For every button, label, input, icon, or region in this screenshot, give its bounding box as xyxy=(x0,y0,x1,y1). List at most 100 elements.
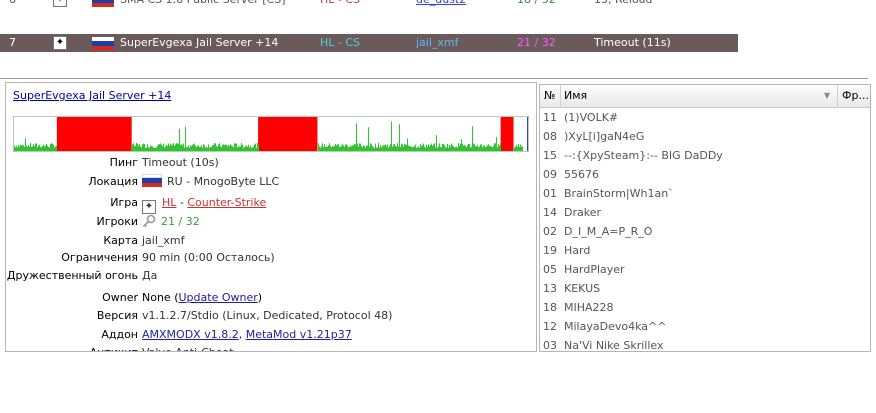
player-row[interactable]: 19 Hard xyxy=(540,241,870,260)
player-number: 03 xyxy=(543,339,557,352)
player-name: MIHA228 xyxy=(564,301,614,314)
player-row[interactable]: 05 HardPlayer xyxy=(540,260,870,279)
chevron-down-icon[interactable]: ▼ xyxy=(824,91,830,100)
player-name: Hard xyxy=(564,244,591,257)
addons-separator: , xyxy=(238,328,246,341)
player-name: --:{XpySteam}:-- BIG DaDDy xyxy=(564,149,723,162)
ping-value: Timeout (10s) xyxy=(142,156,219,169)
players-panel: № Имя ▼ Фр... 11 (1)VOLK# 08 )XyL[i]gaN4eG… xyxy=(539,84,871,352)
info-row-game: Игра ✦ HL - Counter-Strike xyxy=(6,193,536,214)
players-header: № Имя ▼ Фр... xyxy=(540,85,870,108)
friendly-fire-value: Да xyxy=(142,269,158,282)
player-name: )XyL[i]gaN4eG xyxy=(564,130,645,143)
ping-timeout-segment xyxy=(500,117,514,151)
server-row-selected[interactable]: 7 ✦ SuperEvgexa Jail Server +14 HL - CS … xyxy=(0,34,738,52)
player-number: 18 xyxy=(543,301,557,314)
server-row-number: 6 xyxy=(9,0,16,9)
server-row-number: 7 xyxy=(9,36,16,49)
player-row[interactable]: 08 )XyL[i]gaN4eG xyxy=(540,127,870,146)
info-row-ping: Пинг Timeout (10s) xyxy=(6,153,536,172)
player-name: D_I_M_A=P_R_O xyxy=(564,225,653,238)
update-owner-link[interactable]: Update Owner xyxy=(179,291,258,304)
server-row-name: SMA CS 1.6 Public Server [CS] xyxy=(120,0,286,9)
russia-flag-icon xyxy=(92,0,114,7)
key-icon xyxy=(142,214,156,228)
player-name: MilayaDevo4ka^^ xyxy=(564,320,667,333)
player-name: HardPlayer xyxy=(564,263,625,276)
column-header-number[interactable]: № xyxy=(544,89,555,102)
server-row-map: de_dust2 xyxy=(416,0,466,9)
ping-timeout-segment xyxy=(56,117,132,151)
info-row-addons: Аддон AMXMODX v1.8.2, MetaMod v1.21p37 xyxy=(6,325,536,344)
player-number: 01 xyxy=(543,187,557,200)
server-list: 6 ✦ SMA CS 1.6 Public Server [CS] HL - C… xyxy=(0,0,868,79)
player-name: Na'Vi Nike Skrillex xyxy=(564,339,664,352)
player-number: 08 xyxy=(543,130,557,143)
info-row-version: Версия v1.1.2.7/Stdio (Linux, Dedicated,… xyxy=(6,306,536,325)
player-number: 02 xyxy=(543,225,557,238)
game-label: Игра xyxy=(110,196,138,209)
column-divider[interactable] xyxy=(560,85,561,107)
owner-close: ) xyxy=(257,291,263,304)
server-row-game: HL - CS xyxy=(320,0,360,9)
friendly-fire-label: Дружественный огонь xyxy=(6,269,138,282)
info-row-owner: Owner None (Update Owner) xyxy=(6,288,536,307)
player-number: 19 xyxy=(543,244,557,257)
column-header-frags[interactable]: Фр... xyxy=(842,89,869,102)
server-row-game: HL - CS xyxy=(320,36,361,49)
server-row[interactable]: 6 ✦ SMA CS 1.6 Public Server [CS] HL - C… xyxy=(0,0,738,9)
anticheat-value[interactable]: Valve Anti-Cheat xyxy=(142,343,234,351)
ping-graph xyxy=(13,116,529,152)
amxmodx-link[interactable]: AMXMODX v1.8.2 xyxy=(142,328,239,341)
player-row[interactable]: 13 KEKUS xyxy=(540,279,870,298)
player-row[interactable]: 09 55676 xyxy=(540,165,870,184)
game-engine-link[interactable]: HL xyxy=(162,196,176,209)
player-row[interactable]: 03 Na'Vi Nike Skrillex xyxy=(540,336,870,352)
player-row[interactable]: 15 --:{XpySteam}:-- BIG DaDDy xyxy=(540,146,870,165)
column-divider[interactable] xyxy=(837,85,838,107)
server-title-link[interactable]: SuperEvgexa Jail Server +14 xyxy=(13,89,171,102)
info-row-friendly-fire: Дружественный огонь Да xyxy=(6,266,536,285)
game-separator: - xyxy=(176,196,188,209)
anticheat-label: Античит xyxy=(90,343,138,351)
player-row[interactable]: 12 MilayaDevo4ka^^ xyxy=(540,317,870,336)
player-name: BrainStorm|Wh1an` xyxy=(564,187,674,200)
player-number: 11 xyxy=(543,111,557,124)
player-row[interactable]: 11 (1)VOLK# xyxy=(540,108,870,127)
game-mod-link[interactable]: Counter-Strike xyxy=(187,196,266,209)
player-row[interactable]: 18 MIHA228 xyxy=(540,298,870,317)
info-row-anticheat: Античит Valve Anti-Cheat xyxy=(6,343,536,351)
info-row-location: Локация RU - MnogoByte LLC xyxy=(6,172,536,191)
player-number: 14 xyxy=(543,206,557,219)
owner-value: None ( xyxy=(142,291,179,304)
limits-value: 90 min (0:00 Осталось) xyxy=(142,251,275,264)
location-label: Локация xyxy=(88,175,138,188)
player-name: Draker xyxy=(564,206,602,219)
column-header-name[interactable]: Имя xyxy=(564,89,587,102)
server-row-status: 15, Reload xyxy=(594,0,652,9)
player-number: 05 xyxy=(543,263,557,276)
ping-timeout-segment xyxy=(258,117,318,151)
location-value: RU - MnogoByte LLC xyxy=(167,175,280,188)
player-number: 15 xyxy=(543,149,557,162)
counter-strike-icon: ✦ xyxy=(53,0,67,7)
info-row-limits: Ограничения 90 min (0:00 Осталось) xyxy=(6,248,536,267)
player-row[interactable]: 14 Draker xyxy=(540,203,870,222)
player-name: KEKUS xyxy=(564,282,601,295)
server-row-players: 18 / 32 xyxy=(517,0,556,9)
ping-label: Пинг xyxy=(109,156,138,169)
version-label: Версия xyxy=(96,309,138,322)
owner-label: Owner xyxy=(102,291,138,304)
russia-flag-icon xyxy=(142,174,162,187)
player-name: 55676 xyxy=(564,168,599,181)
player-name: (1)VOLK# xyxy=(564,111,619,124)
server-details-panel: SuperEvgexa Jail Server +14 Пинг Timeout… xyxy=(5,82,537,352)
server-row-name: SuperEvgexa Jail Server +14 xyxy=(120,36,279,49)
player-row[interactable]: 02 D_I_M_A=P_R_O xyxy=(540,222,870,241)
metamod-link[interactable]: MetaMod v1.21p37 xyxy=(246,328,352,341)
russia-flag-icon xyxy=(92,37,114,50)
counter-strike-icon: ✦ xyxy=(53,36,67,50)
player-row[interactable]: 01 BrainStorm|Wh1an` xyxy=(540,184,870,203)
player-number: 12 xyxy=(543,320,557,333)
player-number: 09 xyxy=(543,168,557,181)
